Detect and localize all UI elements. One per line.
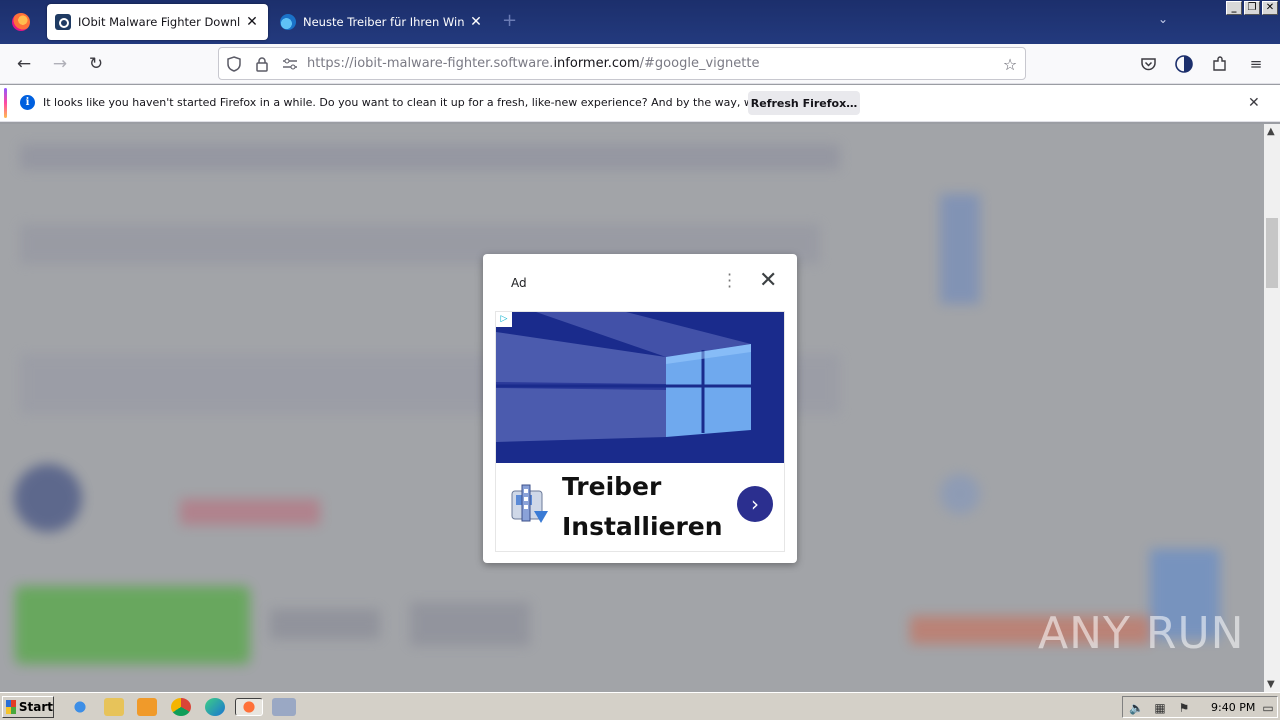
- ad-close-icon[interactable]: ✕: [759, 268, 777, 293]
- url-host: informer.com: [553, 56, 640, 71]
- program-window-icon[interactable]: [272, 698, 296, 716]
- firefox-taskbar-icon[interactable]: [235, 698, 263, 716]
- permissions-icon[interactable]: [281, 55, 299, 73]
- tab-close-icon[interactable]: ✕: [468, 14, 484, 30]
- restore-button[interactable]: ❐: [1244, 1, 1260, 15]
- blurred-logo: [14, 464, 82, 532]
- extensions-puzzle-icon[interactable]: [1209, 53, 1231, 75]
- clock[interactable]: 9:40 PM: [1211, 701, 1255, 714]
- chrome-icon[interactable]: [171, 698, 191, 716]
- notification-accent: [4, 88, 7, 118]
- firefox-icon: [12, 13, 30, 31]
- tracking-shield-icon[interactable]: [225, 55, 243, 73]
- close-window-button[interactable]: ✕: [1262, 1, 1278, 15]
- blurred-avatar: [940, 474, 980, 514]
- scroll-thumb[interactable]: [1266, 218, 1278, 288]
- internet-explorer-icon[interactable]: [70, 698, 90, 716]
- minimize-button[interactable]: _: [1226, 1, 1242, 15]
- blurred-download-button: [15, 586, 250, 664]
- system-tray: 🔈 ▦ ⚑ 9:40 PM ▭: [1122, 696, 1278, 718]
- info-icon: i: [20, 95, 35, 110]
- url-bar[interactable]: https://iobit-malware-fighter.software.i…: [218, 47, 1026, 80]
- reload-icon[interactable]: ↻: [85, 53, 107, 75]
- action-center-flag-icon[interactable]: ⚑: [1177, 701, 1191, 715]
- blurred-heading: [20, 144, 840, 170]
- ad-creative[interactable]: ▷ Treiber Installieren ›: [495, 311, 785, 552]
- edge-icon[interactable]: [205, 698, 225, 716]
- window-controls: _ ❐ ✕: [1226, 1, 1278, 15]
- start-label: Start: [18, 700, 53, 714]
- network-icon[interactable]: ▦: [1153, 701, 1167, 715]
- iobit-favicon-icon: [55, 14, 71, 30]
- start-button[interactable]: Start: [2, 696, 54, 718]
- bookmark-star-icon[interactable]: ☆: [1001, 55, 1019, 74]
- ad-headline[interactable]: Treiber Installieren: [562, 467, 723, 547]
- back-arrow-icon[interactable]: ←: [13, 53, 35, 75]
- hamburger-menu-icon[interactable]: ≡: [1245, 53, 1267, 75]
- tab-title: IObit Malware Fighter Download - I: [78, 15, 240, 29]
- driver-favicon-icon: [280, 14, 296, 30]
- ad-options-kebab-icon[interactable]: · · ·: [727, 267, 732, 295]
- ad-next-chevron-icon[interactable]: ›: [737, 486, 773, 522]
- refresh-notification-bar: i It looks like you haven't started Fire…: [0, 85, 1280, 122]
- windows-flag-icon: [6, 700, 16, 714]
- tab-strip: IObit Malware Fighter Download - I ✕ Neu…: [0, 0, 1280, 44]
- lock-icon[interactable]: [253, 55, 271, 73]
- tab-iobit[interactable]: IObit Malware Fighter Download - I ✕: [47, 4, 268, 40]
- blurred-sidebar-bar: [940, 194, 980, 304]
- anyrun-watermark: ANY RUN: [1038, 608, 1245, 659]
- forward-arrow-icon[interactable]: →: [49, 53, 71, 75]
- notification-message: It looks like you haven't started Firefo…: [43, 96, 827, 109]
- ad-label: Ad: [511, 276, 527, 290]
- tab-close-icon[interactable]: ✕: [244, 14, 260, 30]
- pocket-icon[interactable]: [1137, 53, 1159, 75]
- show-desktop-icon[interactable]: ▭: [1261, 701, 1275, 715]
- driver-installer-icon: [508, 481, 550, 525]
- blurred-button: [410, 602, 530, 646]
- url-prefix: https://iobit-malware-fighter.software.: [307, 56, 554, 71]
- file-explorer-icon[interactable]: [104, 698, 124, 716]
- volume-icon[interactable]: 🔈: [1129, 701, 1144, 715]
- tab-title: Neuste Treiber für Ihren Windows I: [303, 15, 464, 29]
- list-all-tabs-chevron-icon[interactable]: ⌄: [1158, 12, 1168, 26]
- scroll-down-arrow-icon[interactable]: ▼: [1267, 679, 1275, 690]
- notification-close-icon[interactable]: ✕: [1248, 95, 1260, 111]
- scroll-up-arrow-icon[interactable]: ▲: [1267, 126, 1275, 137]
- tab-drivers[interactable]: Neuste Treiber für Ihren Windows I ✕: [272, 4, 492, 40]
- adchoices-icon[interactable]: ▷: [496, 312, 512, 327]
- ad-cta-area[interactable]: Treiber Installieren ›: [496, 463, 784, 551]
- taskbar: Start 🔈 ▦ ⚑ 9:40 PM ▭: [0, 692, 1280, 720]
- account-icon[interactable]: [1173, 53, 1195, 75]
- navigation-toolbar: ← → ↻ https://iobit-malware-fighter.soft…: [0, 44, 1280, 84]
- page-scrollbar[interactable]: ▲ ▼: [1264, 124, 1280, 692]
- firefox-menu-button[interactable]: [6, 6, 36, 38]
- media-player-icon[interactable]: [137, 698, 157, 716]
- url-text[interactable]: https://iobit-malware-fighter.software.i…: [307, 56, 759, 71]
- vignette-ad-dialog: Ad · · · ✕ ▷ Treiber Installieren ›: [483, 254, 797, 563]
- ad-windows-banner[interactable]: ▷: [496, 312, 784, 463]
- windows-logo-graphic: [496, 312, 784, 463]
- refresh-firefox-button[interactable]: Refresh Firefox…: [748, 91, 860, 115]
- new-tab-button[interactable]: +: [502, 10, 517, 31]
- url-suffix: /#google_vignette: [639, 56, 760, 71]
- blurred-button: [270, 609, 380, 639]
- blurred-red-link: [180, 499, 320, 525]
